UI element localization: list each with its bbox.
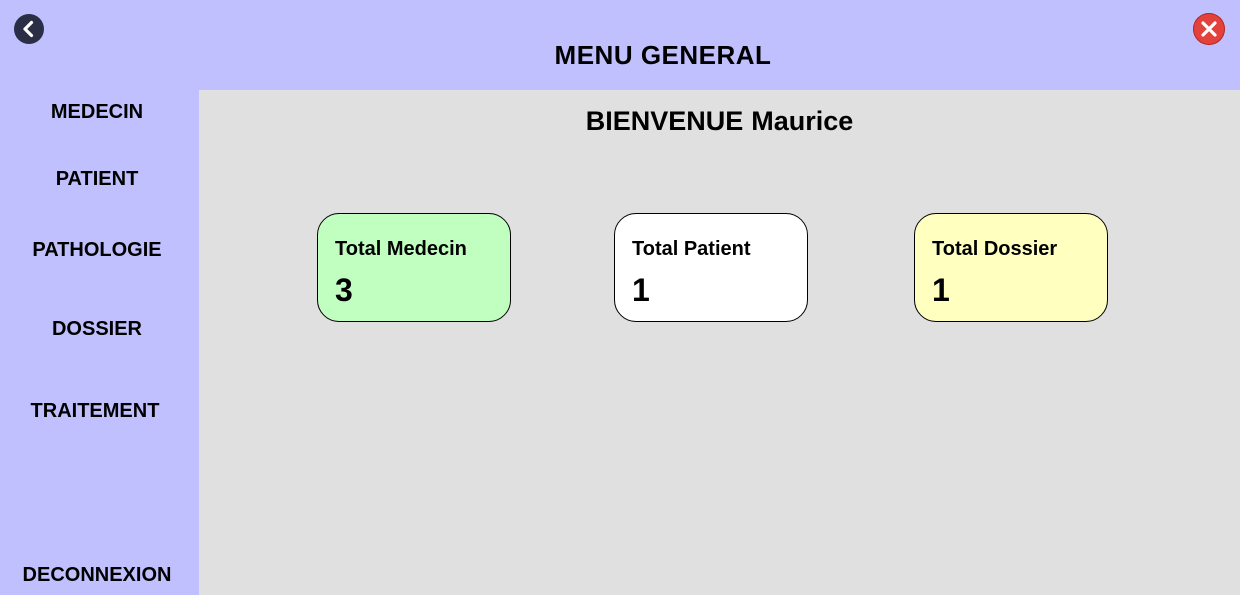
- card-value: 3: [335, 272, 353, 308]
- sidebar-item-patient[interactable]: PATIENT: [0, 168, 194, 191]
- card-total-dossier: Total Dossier 1: [914, 213, 1108, 322]
- sidebar-item-traitement[interactable]: TRAITEMENT: [0, 400, 190, 423]
- card-total-medecin: Total Medecin 3: [317, 213, 511, 322]
- card-total-patient: Total Patient 1: [614, 213, 808, 322]
- card-label: Total Medecin: [335, 238, 467, 260]
- card-label: Total Patient: [632, 238, 751, 260]
- card-value: 1: [932, 272, 950, 308]
- app-title: MENU GENERAL: [554, 40, 772, 70]
- close-icon[interactable]: [1193, 13, 1225, 45]
- sidebar-nav: MEDECIN PATIENT PATHOLOGIE DOSSIER TRAIT…: [0, 90, 199, 595]
- sidebar-item-pathologie[interactable]: PATHOLOGIE: [0, 239, 194, 262]
- welcome-text: BIENVENUE: [585, 106, 744, 136]
- title-bar: MENU GENERAL: [0, 0, 1240, 90]
- logout-button[interactable]: DECONNEXION: [0, 564, 194, 587]
- sidebar-item-medecin[interactable]: MEDECIN: [0, 101, 194, 124]
- card-label: Total Dossier: [932, 238, 1058, 260]
- dashboard-panel: BIENVENUE Maurice Total Medecin 3 Total P…: [199, 90, 1240, 595]
- sidebar-item-dossier[interactable]: DOSSIER: [0, 318, 194, 341]
- welcome-heading: BIENVENUE Maurice: [199, 106, 1240, 137]
- user-name: Maurice: [751, 106, 854, 136]
- card-value: 1: [632, 272, 650, 308]
